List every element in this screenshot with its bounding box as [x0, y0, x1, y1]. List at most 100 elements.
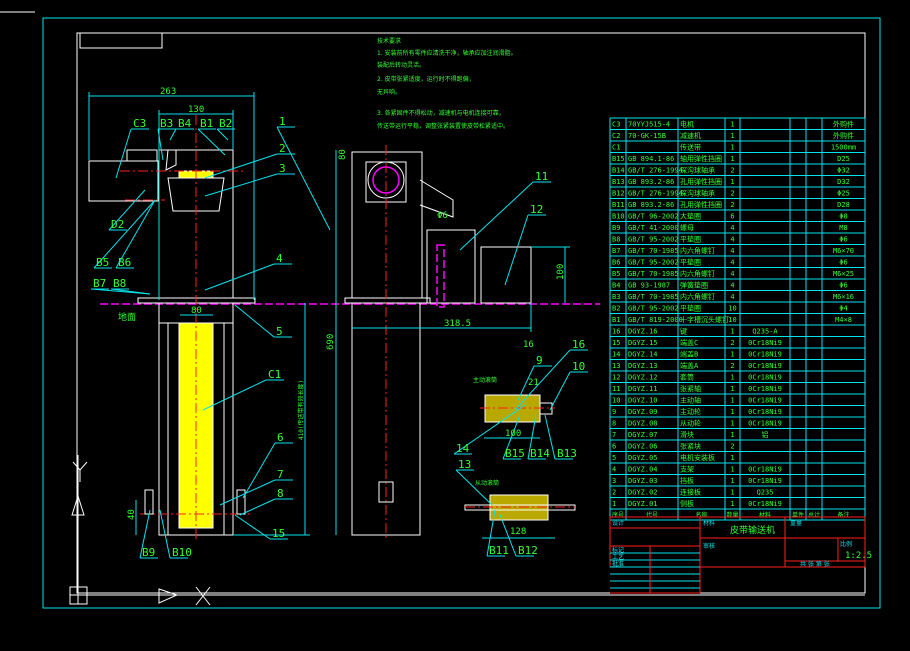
tech-line: 无异响。	[377, 88, 401, 96]
bom-row: 5 DGYZ.05 电机安装板 1	[610, 451, 865, 462]
bom-cell: DGYZ.14	[628, 351, 658, 359]
bom-cell: 2	[730, 167, 734, 175]
dimension-label: 40	[127, 509, 137, 520]
bom-cell: GB/T 70-1985	[628, 293, 679, 301]
bom-cell: B13	[612, 178, 625, 186]
bom-cell: DGYZ.01	[628, 500, 658, 508]
bom-cell: 6	[612, 443, 616, 451]
bom-cell: 10	[728, 316, 736, 324]
bom-cell: 侧板	[680, 499, 694, 508]
bom-cell: DGYZ.15	[628, 339, 658, 347]
bom-cell: 1	[730, 144, 734, 152]
bom-cell: 平垫圈	[680, 258, 701, 267]
bom-cell: 2	[612, 489, 616, 497]
leader-line	[219, 479, 276, 506]
bom-cell: 内六角螺钉	[680, 269, 715, 278]
dimension-label: 100	[505, 429, 521, 439]
bom-cell: DGYZ.12	[628, 374, 658, 382]
part-balloon: B14	[530, 447, 550, 460]
bom-cell: 1	[730, 420, 734, 428]
part-balloon: B15	[505, 447, 525, 460]
bom-cell: 1	[730, 351, 734, 359]
dimension-label: 80	[191, 306, 202, 316]
bom-cell: 张紧块	[680, 442, 701, 451]
bom-cell: 13	[612, 362, 620, 370]
bom-cell: 4	[730, 236, 734, 244]
bom-row: 7 DGYZ.07 滑块 1 铝	[610, 428, 865, 439]
part-balloon: 8	[277, 487, 284, 500]
part-balloon: 2	[279, 142, 286, 155]
bom-cell: 内六角螺钉	[680, 246, 715, 255]
bom-cell: 十字槽沉头螺钉	[680, 315, 729, 324]
bom-cell: B4	[612, 282, 620, 290]
bom-cell: 2	[730, 190, 734, 198]
bom-cell: 外购件	[833, 131, 854, 140]
part-balloon: B6	[118, 256, 131, 269]
bom-cell: 平垫圈	[680, 304, 701, 313]
leader-line	[204, 263, 275, 291]
bom-row: 9 DGYZ.09 主动轮 1 0Cr18Ni9	[610, 405, 865, 416]
leader-line	[204, 153, 278, 179]
bom-cell: M6×16	[833, 293, 854, 301]
leader-line	[216, 128, 229, 141]
weight-label: 重量	[790, 519, 802, 527]
bom-row: 10 DGYZ.10 主动轴 1 0Cr18Ni9	[610, 393, 865, 405]
bom-cell: 4	[730, 247, 734, 255]
bom-row: 12 DGYZ.12 套筒 1 0Cr18Ni9	[610, 370, 865, 382]
bom-cell: 0Cr18Ni9	[748, 397, 782, 405]
bom-row: C1 传送带 1 1500mm	[610, 140, 865, 152]
bom-cell: 1	[730, 178, 734, 186]
part-balloon: 14	[456, 442, 470, 455]
bom-cell: 9	[612, 408, 616, 416]
bom-cell: 1	[730, 489, 734, 497]
leader-line	[242, 442, 276, 499]
bom-row: B6 GB/T 95-2002 平垫圈 4 Φ6	[610, 255, 865, 267]
dimension-label: Φ6	[437, 211, 448, 221]
bom-cell: 0Cr18Ni9	[748, 362, 782, 370]
bom-cell: GB/T 95-2002	[628, 305, 679, 313]
bom-cell: 1	[730, 454, 734, 462]
bom-cell: GB 893.2-86	[628, 201, 674, 209]
designer-label: 设计	[612, 519, 624, 527]
bom-cell: 1	[730, 132, 734, 140]
cad-drawing-canvas[interactable]: 技术要求 1. 安装前所有零件应清洗干净，轴承应加注润滑脂。 装配后转动灵活。 …	[0, 0, 910, 651]
bom-cell: GB/T 70-1985	[628, 247, 679, 255]
part-balloon: B3	[160, 117, 173, 130]
bom-cell: D25	[837, 155, 850, 163]
bom-row: 3 DGYZ.03 挡板 1 0Cr18Ni9	[610, 474, 865, 485]
bom-cell: C1	[612, 144, 620, 152]
bom-cell: DGYZ.13	[628, 362, 658, 370]
bom-row: B5 GB/T 70-1985 内六角螺钉 4 M6×25	[610, 267, 865, 278]
bom-cell: DGYZ.11	[628, 385, 658, 393]
tech-line: 装配后转动灵活。	[377, 61, 425, 69]
bom-cell: 传送带	[680, 143, 701, 152]
detail-label-lower: 从动滚筒	[475, 479, 499, 487]
bom-row: 16 DGYZ.16 键 1 Q235-A	[610, 324, 865, 336]
bom-cell: 0Cr18Ni9	[748, 374, 782, 382]
bom-row: 1 DGYZ.01 侧板 1 0Cr18Ni9	[610, 497, 865, 508]
bom-cell: 12	[612, 374, 620, 382]
drawing-title: 皮带输送机	[730, 524, 775, 536]
bom-row: B8 GB/T 95-2002 平垫圈 4 Φ6	[610, 232, 865, 244]
bom-cell: 1	[730, 328, 734, 336]
dimension-label: 130	[188, 105, 204, 115]
part-balloon: C1	[268, 368, 281, 381]
bom-cell: 从动轮	[680, 419, 701, 428]
bom-cell: 6	[730, 213, 734, 221]
bom-cell: M6×70	[833, 247, 854, 255]
leader-line	[504, 214, 529, 286]
bom-cell: 1	[730, 397, 734, 405]
bom-cell: 平垫圈	[680, 235, 701, 244]
dimension-label: 16	[523, 340, 534, 350]
leader-line	[549, 371, 571, 411]
bom-cell: B6	[612, 259, 620, 267]
approve-label: 批准	[612, 560, 624, 568]
part-balloons: 12345C167815B9 B10C3 B3 B4 B1 B2D2B5 B6B7 B8111…	[90, 115, 588, 559]
bom-cell: 深沟球轴承	[680, 166, 715, 175]
dimension-label: 80	[338, 149, 348, 160]
bom-cell: B5	[612, 270, 620, 278]
part-balloon: C3	[133, 117, 146, 130]
tech-line: 2. 皮带张紧适度，运行时不得跑偏，	[377, 75, 475, 83]
bom-header-cell: 材料	[759, 511, 771, 519]
bom-cell: GB/T 276-1994	[628, 167, 683, 175]
